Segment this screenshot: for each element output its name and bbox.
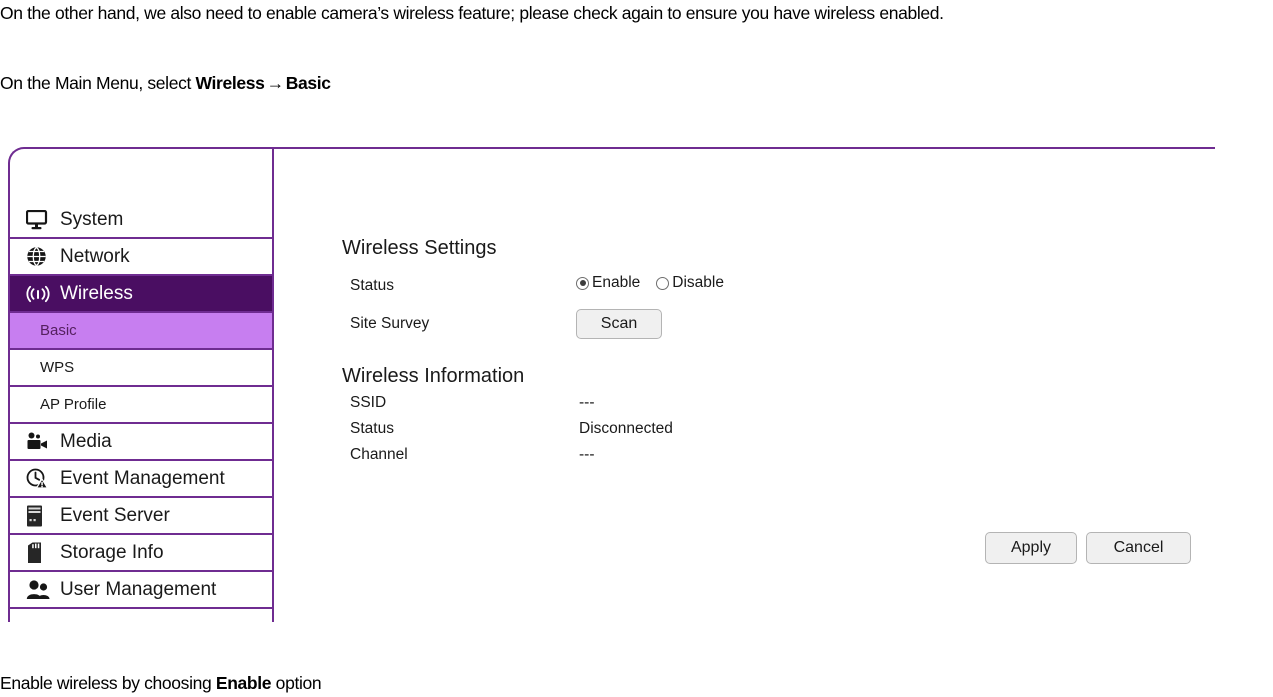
wireless-signal-icon xyxy=(26,283,52,305)
sidebar-item-system[interactable]: System xyxy=(10,202,272,239)
sidebar-item-basic[interactable]: Basic xyxy=(10,313,272,350)
sidebar-item-wireless[interactable]: Wireless xyxy=(10,276,272,313)
wireless-status-radio-group: Enable Disable xyxy=(576,274,740,292)
ssid-value: --- xyxy=(579,394,595,411)
menu-path-line: On the Main Menu, select Wireless → Basic xyxy=(0,72,331,94)
sidebar-item-label: Network xyxy=(60,245,130,267)
sidebar-item-label: AP Profile xyxy=(40,396,107,413)
monitor-icon xyxy=(26,209,52,231)
clock-alert-icon xyxy=(26,468,52,490)
menu-path-second: Basic xyxy=(285,73,331,93)
sidebar-item-label: Wireless xyxy=(60,282,133,304)
cancel-button[interactable]: Cancel xyxy=(1086,532,1191,564)
sidebar-item-event-management[interactable]: Event Management xyxy=(10,461,272,498)
sidebar-item-label: Event Server xyxy=(60,504,170,526)
sidebar-item-label: User Management xyxy=(60,578,217,600)
radio-option-disable[interactable]: Disable xyxy=(656,274,724,292)
closing-prefix: Enable wireless by choosing xyxy=(0,673,216,693)
sidebar-item-label: Media xyxy=(60,430,112,452)
sidebar-item-label: System xyxy=(60,208,124,230)
sidebar-top-spacer xyxy=(10,149,272,202)
apply-button[interactable]: Apply xyxy=(985,532,1077,564)
camera-web-ui-panel: System Network Wireless Basic WPS AP Pro… xyxy=(8,147,1215,627)
radio-disable-label: Disable xyxy=(672,274,724,291)
closing-suffix: option xyxy=(271,673,322,693)
menu-path-first: Wireless xyxy=(195,73,265,93)
wireless-basic-content: Wireless Settings Status Enable Disable … xyxy=(274,149,1215,622)
closing-line: Enable wireless by choosing Enable optio… xyxy=(0,672,322,694)
sidebar-item-network[interactable]: Network xyxy=(10,239,272,276)
sidebar-item-media[interactable]: Media xyxy=(10,424,272,461)
intro-paragraph: On the other hand, we also need to enabl… xyxy=(0,3,944,23)
sidebar-item-label: Basic xyxy=(40,322,77,339)
closing-bold: Enable xyxy=(215,673,272,693)
menu-path-prefix: On the Main Menu, select xyxy=(0,73,196,93)
sidebar-item-wps[interactable]: WPS xyxy=(10,350,272,387)
wireless-information-heading: Wireless Information xyxy=(342,365,525,387)
status-label: Status xyxy=(350,277,394,294)
sidebar-item-ap-profile[interactable]: AP Profile xyxy=(10,387,272,424)
main-menu-sidebar: System Network Wireless Basic WPS AP Pro… xyxy=(10,149,272,627)
sidebar-item-label: Storage Info xyxy=(60,541,164,563)
sd-card-icon xyxy=(26,542,52,564)
channel-label: Channel xyxy=(350,446,408,463)
connection-status-label: Status xyxy=(350,420,394,437)
channel-value: --- xyxy=(579,446,595,463)
right-arrow-icon: → xyxy=(266,73,285,93)
scan-button[interactable]: Scan xyxy=(576,309,662,339)
sidebar-bottom-stub xyxy=(10,609,272,627)
radio-enable-label: Enable xyxy=(592,274,641,291)
radio-option-enable[interactable]: Enable xyxy=(576,274,640,292)
wireless-settings-heading: Wireless Settings xyxy=(342,237,497,259)
sidebar-item-event-server[interactable]: Event Server xyxy=(10,498,272,535)
sidebar-item-storage-info[interactable]: Storage Info xyxy=(10,535,272,572)
connection-status-value: Disconnected xyxy=(579,420,673,437)
site-survey-label: Site Survey xyxy=(350,315,430,332)
sidebar-item-label: Event Management xyxy=(60,467,225,489)
sidebar-item-user-management[interactable]: User Management xyxy=(10,572,272,609)
radio-enable-indicator[interactable] xyxy=(576,276,589,290)
sidebar-item-label: WPS xyxy=(40,359,75,376)
server-icon xyxy=(26,505,52,527)
users-icon xyxy=(26,579,52,601)
radio-disable-indicator[interactable] xyxy=(656,276,670,290)
ssid-label: SSID xyxy=(350,394,387,411)
globe-icon xyxy=(26,246,52,268)
video-camera-icon xyxy=(26,431,52,453)
